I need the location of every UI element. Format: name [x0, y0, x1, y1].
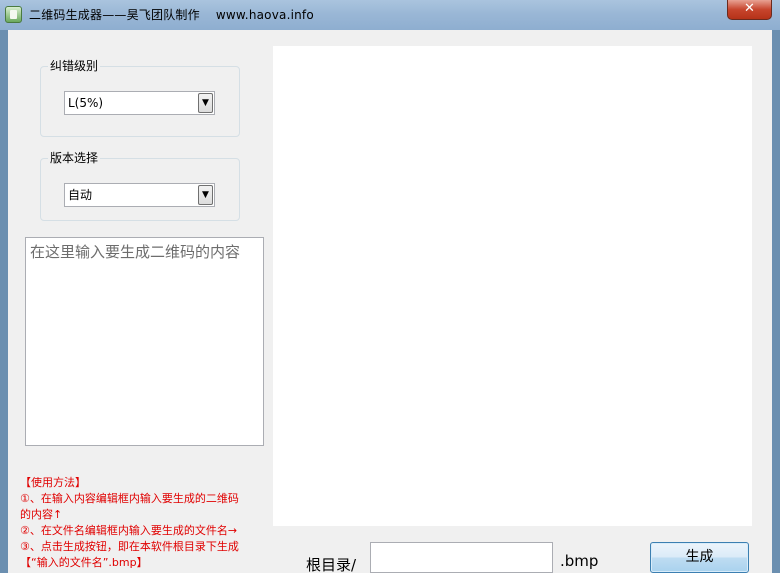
content-placeholder: 在这里输入要生成二维码的内容: [30, 243, 241, 261]
close-icon: ✕: [744, 1, 755, 16]
window-title: 二维码生成器——昊飞团队制作 www.haova.info: [29, 8, 314, 22]
qr-preview: [273, 46, 752, 526]
usage-help: 【使用方法】 ①、在输入内容编辑框内输入要生成的二维码 的内容↑ ②、在文件名编…: [20, 475, 270, 571]
app-window: 二维码生成器——昊飞团队制作 www.haova.info ✕ 纠错级别 L(5…: [0, 0, 780, 573]
help-line: ③、点击生成按钮，即在本软件根目录下生成: [20, 540, 239, 553]
generate-button[interactable]: 生成: [650, 542, 749, 573]
help-line: 【“输入的文件名”.bmp】: [20, 556, 148, 569]
chevron-down-icon[interactable]: ▼: [198, 93, 213, 113]
error-level-select[interactable]: L(5%) ▼: [64, 91, 215, 115]
error-level-legend: 纠错级别: [48, 59, 101, 73]
help-line: 的内容↑: [20, 508, 63, 521]
client-area: 纠错级别 L(5%) ▼ 版本选择 自动 ▼ 在这里输入要生成二维码的内容 【使…: [8, 30, 772, 573]
extension-label: .bmp: [560, 552, 599, 570]
version-legend: 版本选择: [48, 151, 101, 165]
version-value: 自动: [68, 188, 93, 202]
root-dir-label: 根目录/: [306, 556, 357, 573]
error-level-group: 纠错级别 L(5%) ▼: [40, 59, 240, 137]
filename-input[interactable]: [370, 542, 553, 573]
error-level-value: L(5%): [68, 96, 104, 110]
title-bar[interactable]: 二维码生成器——昊飞团队制作 www.haova.info ✕: [0, 0, 780, 30]
close-button[interactable]: ✕: [727, 0, 772, 20]
chevron-down-icon[interactable]: ▼: [198, 185, 213, 205]
content-input[interactable]: 在这里输入要生成二维码的内容: [25, 237, 264, 446]
help-line: 【使用方法】: [20, 476, 86, 489]
help-line: ①、在输入内容编辑框内输入要生成的二维码: [20, 492, 239, 505]
app-icon: [5, 6, 22, 23]
version-group: 版本选择 自动 ▼: [40, 151, 240, 221]
version-select[interactable]: 自动 ▼: [64, 183, 215, 207]
help-line: ②、在文件名编辑框内输入要生成的文件名→: [20, 524, 238, 537]
